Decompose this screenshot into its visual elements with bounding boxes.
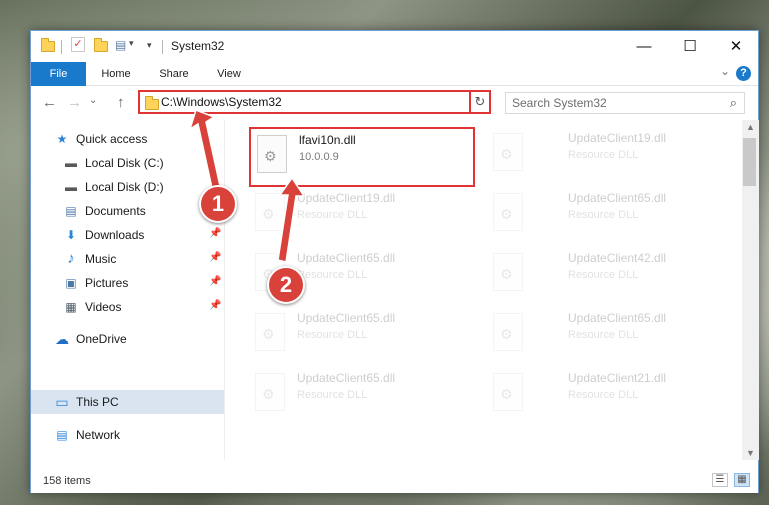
maximize-button[interactable]: ☐: [667, 31, 713, 62]
sidebar-item-label: Quick access: [76, 132, 148, 146]
dll-file-icon: [255, 373, 285, 411]
callout-badge-2: 2: [267, 266, 305, 304]
vertical-scrollbar[interactable]: ▲ ▼: [742, 120, 759, 460]
sidebar-item-this-pc[interactable]: ▭ This PC: [31, 390, 224, 414]
search-box[interactable]: Search System32 ⌕: [505, 92, 745, 114]
tab-share[interactable]: Share: [151, 62, 197, 86]
file-description: Resource DLL: [297, 389, 368, 401]
status-bar: 158 items ☰ ▦: [31, 470, 758, 493]
customize-toolbar-icon[interactable]: ▤: [115, 38, 126, 52]
file-name: UpdateClient65.dll: [297, 371, 396, 385]
file-description: Resource DLL: [568, 269, 639, 281]
drive-icon: ▬: [65, 156, 77, 170]
file-name: UpdateClient42.dll: [568, 251, 667, 265]
file-name: UpdateClient21.dll: [568, 371, 667, 385]
file-description: Resource DLL: [568, 209, 639, 221]
explorer-window: ✓ ▤ ▾ ▾ System32 — ☐ ✕ File Home Share V…: [30, 30, 759, 493]
network-icon: ▤: [56, 428, 68, 442]
file-item[interactable]: UpdateClient65.dll Resource DLL: [249, 367, 479, 425]
divider: [61, 40, 62, 54]
file-description: Resource DLL: [568, 389, 639, 401]
star-icon: ★: [56, 132, 68, 146]
cloud-icon: ☁: [55, 331, 69, 347]
chevron-down-icon[interactable]: ▾: [129, 38, 134, 49]
file-item[interactable]: UpdateClient19.dll Resource DLL: [487, 127, 717, 185]
file-item[interactable]: UpdateClient42.dll Resource DLL: [487, 247, 717, 305]
minimize-button[interactable]: —: [621, 31, 667, 62]
dll-file-icon: [493, 253, 523, 291]
pictures-icon: ▣: [65, 276, 77, 290]
file-name: UpdateClient65.dll: [297, 311, 396, 325]
file-description: Resource DLL: [297, 329, 368, 341]
sidebar-item-label: This PC: [76, 395, 119, 409]
download-icon: ⬇: [65, 228, 77, 242]
forward-button[interactable]: →: [67, 94, 82, 111]
sidebar-item-label: Network: [76, 428, 121, 442]
up-button[interactable]: ↑: [117, 94, 125, 111]
folder-icon[interactable]: [41, 38, 55, 52]
arrow-1: [188, 109, 221, 189]
documents-icon: ▤: [65, 204, 77, 218]
file-item[interactable]: UpdateClient65.dll Resource DLL: [487, 307, 717, 365]
large-icons-view-icon[interactable]: ▦: [734, 473, 750, 487]
file-item[interactable]: UpdateClient65.dll Resource DLL: [487, 187, 717, 245]
close-button[interactable]: ✕: [713, 31, 759, 62]
refresh-button[interactable]: ↻: [469, 90, 491, 114]
search-icon[interactable]: ⌕: [730, 95, 737, 111]
callout-badge-1: 1: [199, 185, 237, 223]
properties-icon[interactable]: ✓: [71, 37, 85, 52]
divider: [162, 40, 163, 54]
sidebar-item-label: Pictures: [85, 276, 129, 290]
sidebar-item-label: Documents: [85, 204, 146, 218]
dll-file-icon: [493, 193, 523, 231]
sidebar-item-network[interactable]: ▤ Network: [31, 423, 224, 447]
computer-icon: ▭: [55, 394, 69, 410]
new-folder-icon[interactable]: [94, 38, 108, 52]
recent-locations-button[interactable]: ⌄: [89, 95, 97, 106]
dll-file-icon: [255, 313, 285, 351]
sidebar-item-onedrive[interactable]: ☁ OneDrive: [31, 327, 224, 351]
dll-file-icon: [493, 313, 523, 351]
scrollbar-thumb[interactable]: [743, 138, 756, 186]
qat-dropdown-icon[interactable]: ▾: [147, 40, 152, 51]
file-description: Resource DLL: [568, 149, 639, 161]
search-input[interactable]: Search System32: [512, 96, 607, 110]
sidebar-item-label: Local Disk (D:): [85, 180, 164, 194]
music-icon: ♪: [67, 250, 75, 267]
back-button[interactable]: ←: [42, 94, 57, 111]
tab-file[interactable]: File: [31, 62, 86, 86]
sidebar-item-label: Videos: [85, 300, 122, 314]
title-bar: ✓ ▤ ▾ ▾ System32 — ☐ ✕: [31, 31, 758, 62]
tab-home[interactable]: Home: [93, 62, 139, 86]
videos-icon: ▦: [65, 300, 77, 314]
details-view-icon[interactable]: ☰: [712, 473, 728, 487]
sidebar-item-label: Downloads: [85, 228, 145, 242]
file-name: UpdateClient65.dll: [568, 191, 667, 205]
ribbon: File Home Share View ⌄ ?: [31, 62, 758, 86]
sidebar-item-label: Music: [85, 252, 117, 266]
sidebar-item-label: Local Disk (C:): [85, 156, 164, 170]
expand-ribbon-icon[interactable]: ⌄: [720, 64, 730, 78]
window-title: System32: [171, 39, 225, 53]
file-item[interactable]: UpdateClient65.dll Resource DLL: [249, 307, 479, 365]
file-description: Resource DLL: [568, 329, 639, 341]
file-item[interactable]: UpdateClient21.dll Resource DLL: [487, 367, 717, 425]
sidebar-item-label: OneDrive: [76, 332, 127, 346]
file-name: UpdateClient65.dll: [568, 311, 667, 325]
help-icon[interactable]: ?: [736, 66, 751, 81]
item-count: 158 items: [43, 475, 91, 487]
tab-view[interactable]: View: [206, 62, 252, 86]
navigation-bar: ← → ⌄ ↑ C:\Windows\System32 ⌄ ↻ Search S…: [31, 86, 758, 120]
folder-icon: [145, 96, 159, 110]
drive-icon: ▬: [65, 180, 77, 194]
dll-file-icon: [493, 373, 523, 411]
dll-file-icon: [493, 133, 523, 171]
arrow-2: [277, 176, 306, 263]
file-name: UpdateClient19.dll: [568, 131, 667, 145]
scroll-up-icon[interactable]: ▲: [742, 122, 759, 132]
scroll-down-icon[interactable]: ▼: [742, 448, 759, 458]
